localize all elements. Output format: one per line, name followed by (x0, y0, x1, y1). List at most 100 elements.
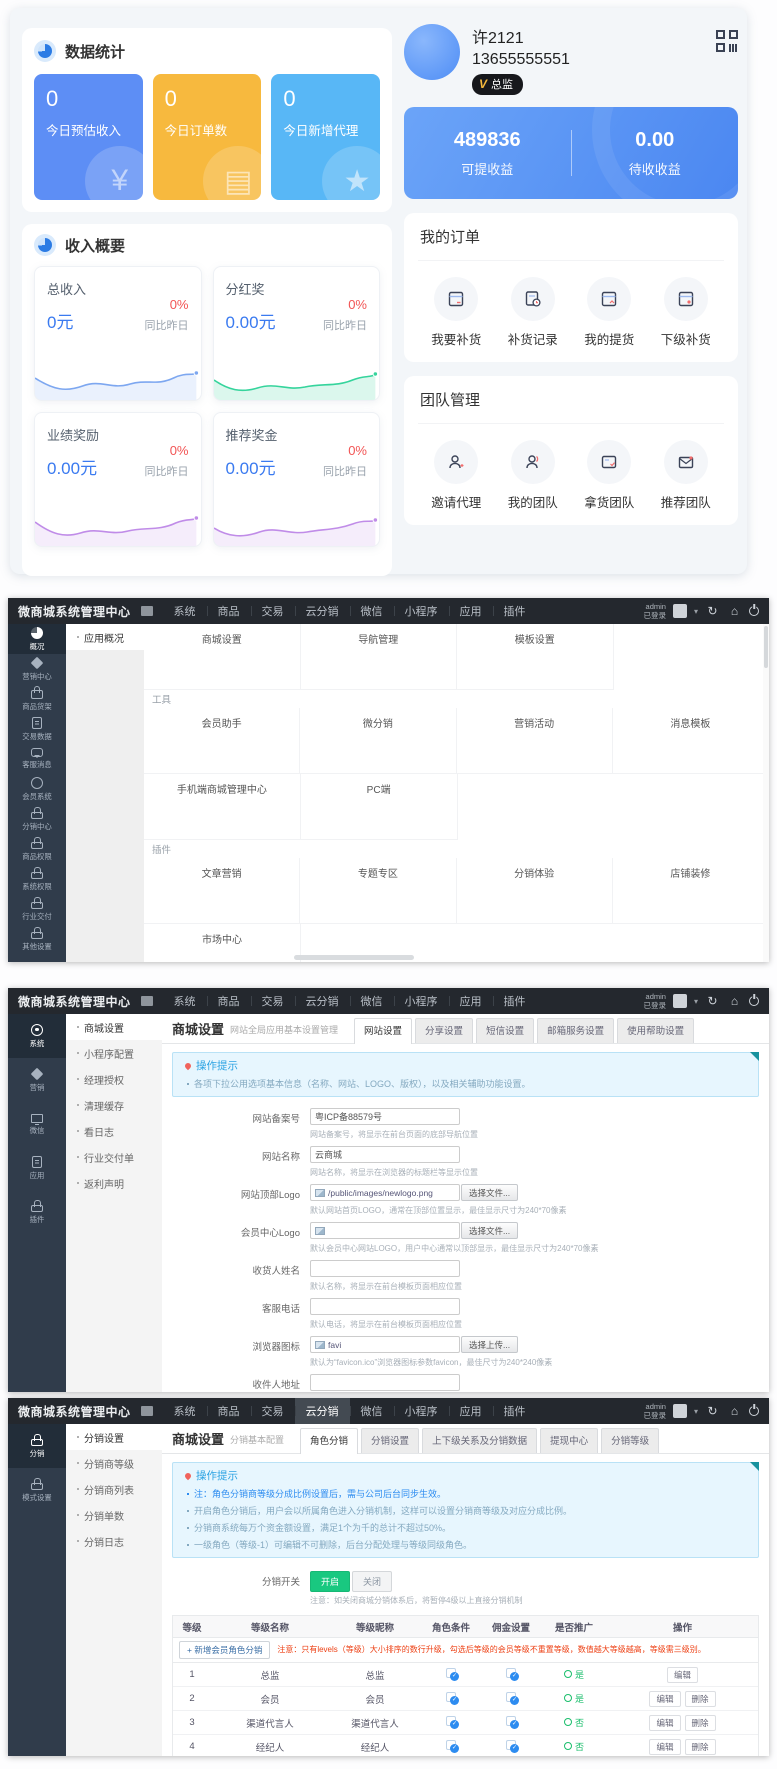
nav-item-plugin[interactable]: 插件 (493, 988, 537, 1014)
withdrawable-block[interactable]: 489836 可提收益 (404, 129, 571, 178)
member-logo-input[interactable] (310, 1222, 460, 1239)
top-logo-input[interactable]: /public/images/newlogo.png (310, 1184, 460, 1201)
pending-block[interactable]: 0.00 待收收益 (572, 129, 739, 178)
site-name-input[interactable] (310, 1146, 460, 1163)
horizontal-scrollbar[interactable] (294, 955, 414, 960)
nav-item-system[interactable]: 系统 (163, 1398, 207, 1424)
stat-card-income[interactable]: 0 今日预估收入 ¥ (34, 74, 143, 200)
nav-item-goods[interactable]: 商品 (207, 598, 251, 624)
user-avatar[interactable] (673, 604, 687, 618)
module-card[interactable]: 营销活动 (457, 708, 613, 774)
nav-item-distribution[interactable]: 云分销 (295, 988, 350, 1014)
refresh-cache-icon[interactable]: ↻ (705, 995, 720, 1007)
check-icon[interactable] (446, 1716, 456, 1726)
power-icon[interactable] (749, 606, 759, 616)
nav-item-miniprogram[interactable]: 小程序 (394, 988, 449, 1014)
check-icon[interactable] (446, 1692, 456, 1702)
check-icon[interactable] (506, 1716, 516, 1726)
module-card[interactable]: 手机端商城管理中心 (144, 774, 301, 840)
nav-item-plugin[interactable]: 插件 (493, 1398, 537, 1424)
stat-card-orders[interactable]: 0 今日订单数 ▤ (153, 74, 262, 200)
submenu-item-mall-settings[interactable]: 商城设置 (66, 1014, 162, 1040)
qr-code-icon[interactable] (716, 30, 738, 52)
nav-item-app[interactable]: 应用 (449, 988, 493, 1014)
rail-item-wechat[interactable]: 微信 (8, 1102, 66, 1146)
rail-item-plugin[interactable]: 插件 (8, 1190, 66, 1234)
submenu-item-app-overview[interactable]: 应用概况 (66, 624, 144, 650)
choose-upload-button[interactable]: 选择上传... (461, 1336, 518, 1353)
rail-item-marketing[interactable]: 营销 (8, 1058, 66, 1102)
income-card-performance[interactable]: 业绩奖励 0.00元 0%同比昨日 (34, 412, 202, 547)
chevron-down-icon[interactable]: ▾ (694, 997, 698, 1006)
tab-dist-settings[interactable]: 分销设置 (361, 1428, 419, 1453)
nav-item-trade[interactable]: 交易 (251, 598, 295, 624)
favicon-input[interactable]: favi (310, 1336, 460, 1353)
rail-item-distribution[interactable]: 分销 (8, 1424, 66, 1468)
choose-file-button[interactable]: 选择文件... (461, 1184, 518, 1201)
order-item-restock[interactable]: 我要补货 (418, 277, 495, 348)
nav-item-distribution[interactable]: 云分销 (295, 1398, 350, 1424)
vertical-scrollbar[interactable] (763, 624, 769, 962)
nav-item-system[interactable]: 系统 (163, 598, 207, 624)
module-card[interactable]: 模板设置 (457, 624, 614, 690)
check-icon[interactable] (506, 1740, 516, 1750)
edit-button[interactable]: 编辑 (649, 1739, 680, 1755)
submenu-item[interactable]: 分销单数 (66, 1502, 162, 1528)
rail-item-locked-4[interactable]: 行业交付 (8, 894, 66, 924)
submenu-item-dist-settings[interactable]: 分销设置 (66, 1424, 162, 1450)
nav-item-trade[interactable]: 交易 (251, 1398, 295, 1424)
check-icon[interactable] (446, 1668, 456, 1678)
avatar[interactable] (404, 24, 460, 80)
power-icon[interactable] (749, 996, 759, 1006)
service-phone-input[interactable] (310, 1298, 460, 1315)
submenu-item[interactable]: 分销商列表 (66, 1476, 162, 1502)
nav-item-goods[interactable]: 商品 (207, 1398, 251, 1424)
refresh-cache-icon[interactable]: ↻ (705, 605, 720, 617)
order-item-records[interactable]: 补货记录 (495, 277, 572, 348)
chevron-down-icon[interactable]: ▾ (694, 607, 698, 616)
order-item-pickup[interactable]: 我的提货 (571, 277, 648, 348)
nav-item-system[interactable]: 系统 (163, 988, 207, 1014)
team-item-invite[interactable]: 邀请代理 (418, 440, 495, 511)
team-item-my-team[interactable]: 我的团队 (495, 440, 572, 511)
income-card-dividend[interactable]: 分红奖 0.00元 0%同比昨日 (213, 266, 381, 401)
nav-item-wechat[interactable]: 微信 (350, 988, 394, 1014)
income-card-referral[interactable]: 推荐奖金 0.00元 0%同比昨日 (213, 412, 381, 547)
tab-website[interactable]: 网站设置 (354, 1018, 412, 1044)
order-item-sub-restock[interactable]: 下级补货 (648, 277, 725, 348)
edit-button[interactable]: 编辑 (667, 1667, 698, 1683)
module-card[interactable]: 市场中心 (144, 924, 301, 962)
tab-role-distribution[interactable]: 角色分销 (300, 1428, 358, 1454)
nav-item-goods[interactable]: 商品 (207, 988, 251, 1014)
choose-file-button[interactable]: 选择文件... (461, 1222, 518, 1239)
add-role-button[interactable]: + 新增会员角色分销 (179, 1641, 270, 1659)
check-icon[interactable] (506, 1692, 516, 1702)
address-input[interactable] (310, 1374, 460, 1391)
icp-input[interactable] (310, 1108, 460, 1125)
module-card[interactable]: 分销体验 (457, 858, 613, 924)
nav-item-miniprogram[interactable]: 小程序 (394, 1398, 449, 1424)
module-card[interactable]: 店铺装修 (613, 858, 769, 924)
home-icon[interactable]: ⌂ (727, 995, 742, 1007)
nav-item-trade[interactable]: 交易 (251, 988, 295, 1014)
user-avatar[interactable] (673, 1404, 687, 1418)
user-avatar[interactable] (673, 994, 687, 1008)
module-card[interactable]: 商城设置 (144, 624, 301, 690)
switch-off-button[interactable]: 关闭 (352, 1571, 392, 1592)
tab-relations[interactable]: 上下级关系及分销数据 (422, 1428, 537, 1453)
tab-help[interactable]: 使用帮助设置 (617, 1018, 694, 1043)
module-card[interactable]: 消息模板 (613, 708, 769, 774)
rail-item-marketing[interactable]: 营销中心 (8, 654, 66, 684)
nav-item-app[interactable]: 应用 (449, 598, 493, 624)
rail-item-overview[interactable]: 概况 (8, 624, 66, 654)
module-card[interactable]: 会员助手 (144, 708, 300, 774)
nav-item-distribution[interactable]: 云分销 (295, 598, 350, 624)
submenu-item[interactable]: 看日志 (66, 1118, 162, 1144)
delete-button[interactable]: 删除 (685, 1715, 716, 1731)
edit-button[interactable]: 编辑 (649, 1691, 680, 1707)
submenu-item[interactable]: 经理授权 (66, 1066, 162, 1092)
tab-share[interactable]: 分享设置 (415, 1018, 473, 1043)
submenu-item[interactable]: 行业交付单 (66, 1144, 162, 1170)
submenu-item[interactable]: 小程序配置 (66, 1040, 162, 1066)
submenu-item[interactable]: 清理缓存 (66, 1092, 162, 1118)
